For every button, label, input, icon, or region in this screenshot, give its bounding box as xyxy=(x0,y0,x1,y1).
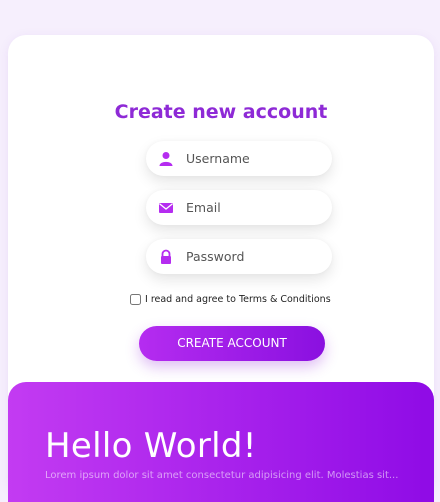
password-field[interactable] xyxy=(146,239,332,274)
form-title: Create new account xyxy=(114,101,328,123)
password-input[interactable] xyxy=(186,239,326,274)
terms-checkbox[interactable] xyxy=(130,293,141,305)
username-field[interactable] xyxy=(146,141,332,176)
lock-icon xyxy=(161,249,171,264)
hero-panel: Hello World! Lorem ipsum dolor sit amet … xyxy=(8,382,434,502)
signup-card: Create new account I read and agree to T… xyxy=(8,35,434,502)
hero-body: Lorem ipsum dolor sit amet consectetur a… xyxy=(45,470,399,481)
email-input[interactable] xyxy=(186,190,326,225)
hero-heading: Hello World! xyxy=(45,426,257,466)
create-account-button[interactable]: CREATE ACCOUNT xyxy=(139,326,325,361)
email-field[interactable] xyxy=(146,190,332,225)
terms-row[interactable]: I read and agree to Terms & Conditions xyxy=(130,291,331,307)
mail-icon xyxy=(159,203,173,213)
terms-label: I read and agree to Terms & Conditions xyxy=(145,293,331,305)
user-icon xyxy=(159,152,173,166)
username-input[interactable] xyxy=(186,141,326,176)
